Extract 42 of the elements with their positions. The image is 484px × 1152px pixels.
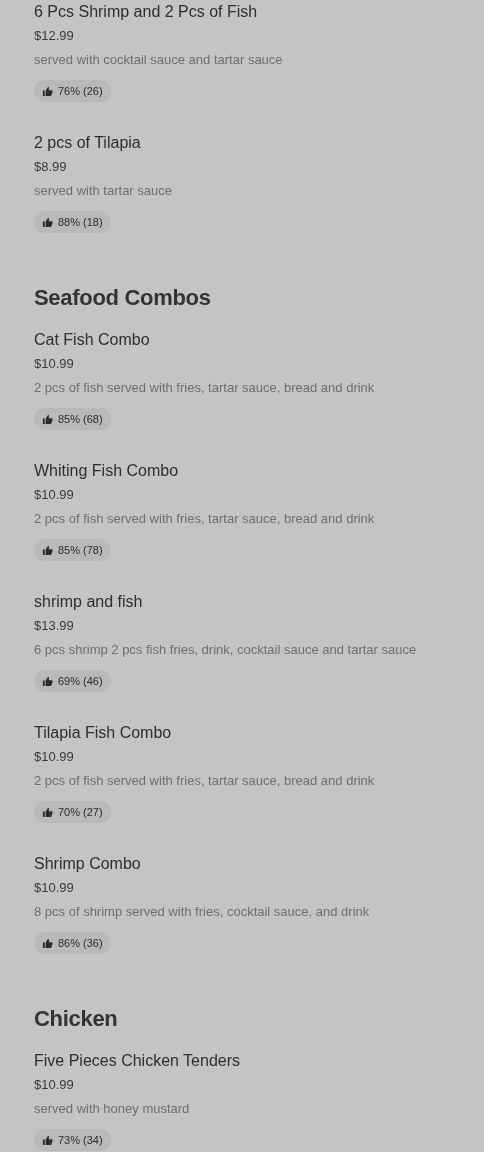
rating-text: 85% (68): [58, 411, 103, 427]
rating-text: 86% (36): [58, 935, 103, 951]
item-description: 6 pcs shrimp 2 pcs fish fries, drink, cocktail sauce and tartar sauce: [34, 641, 417, 659]
rating-text: 70% (27): [58, 804, 103, 820]
item-description: 8 pcs of shrimp served with fries, cocktail sauce, and drink: [34, 903, 370, 921]
thumbs-up-icon: [42, 216, 53, 228]
item-name[interactable]: 6 Pcs Shrimp and 2 Pcs of Fish: [34, 0, 258, 24]
item-price: $10.99: [34, 748, 74, 766]
section-heading: Chicken: [34, 1005, 119, 1033]
rating-text: 85% (78): [58, 542, 103, 558]
item-price: $10.99: [34, 1076, 74, 1094]
item-price: $10.99: [34, 355, 74, 373]
item-price: $8.99: [34, 158, 67, 176]
item-description: 2 pcs of fish served with fries, tartar sauce, bread and drink: [34, 379, 375, 397]
thumbs-up-icon: [42, 675, 53, 687]
rating-text: 76% (26): [58, 83, 103, 99]
item-name[interactable]: Five Pieces Chicken Tenders: [34, 1049, 241, 1073]
thumbs-up-icon: [42, 544, 53, 556]
item-price: $10.99: [34, 486, 74, 504]
section-heading: Seafood Combos: [34, 284, 212, 312]
rating-text: 88% (18): [58, 214, 103, 230]
item-description: served with cocktail sauce and tartar sauce: [34, 51, 283, 69]
item-description: served with honey mustard: [34, 1100, 190, 1118]
item-name[interactable]: Whiting Fish Combo: [34, 459, 179, 483]
rating-text: 73% (34): [58, 1132, 103, 1148]
item-name[interactable]: shrimp and fish: [34, 590, 143, 614]
item-name[interactable]: Cat Fish Combo: [34, 328, 150, 352]
item-price: $13.99: [34, 617, 74, 635]
item-name[interactable]: Tilapia Fish Combo: [34, 721, 172, 745]
thumbs-up-icon: [42, 806, 53, 818]
item-price: $12.99: [34, 27, 74, 45]
item-name[interactable]: 2 pcs of Tilapia: [34, 131, 141, 155]
thumbs-up-icon: [42, 937, 53, 949]
item-name[interactable]: Shrimp Combo: [34, 852, 141, 876]
thumbs-up-icon: [42, 413, 53, 425]
item-description: 2 pcs of fish served with fries, tartar sauce, bread and drink: [34, 510, 375, 528]
item-description: served with tartar sauce: [34, 182, 172, 200]
rating-text: 69% (46): [58, 673, 103, 689]
thumbs-up-icon: [42, 85, 53, 97]
item-description: 2 pcs of fish served with fries, tartar sauce, bread and drink: [34, 772, 375, 790]
item-price: $10.99: [34, 879, 74, 897]
thumbs-up-icon: [42, 1134, 53, 1146]
